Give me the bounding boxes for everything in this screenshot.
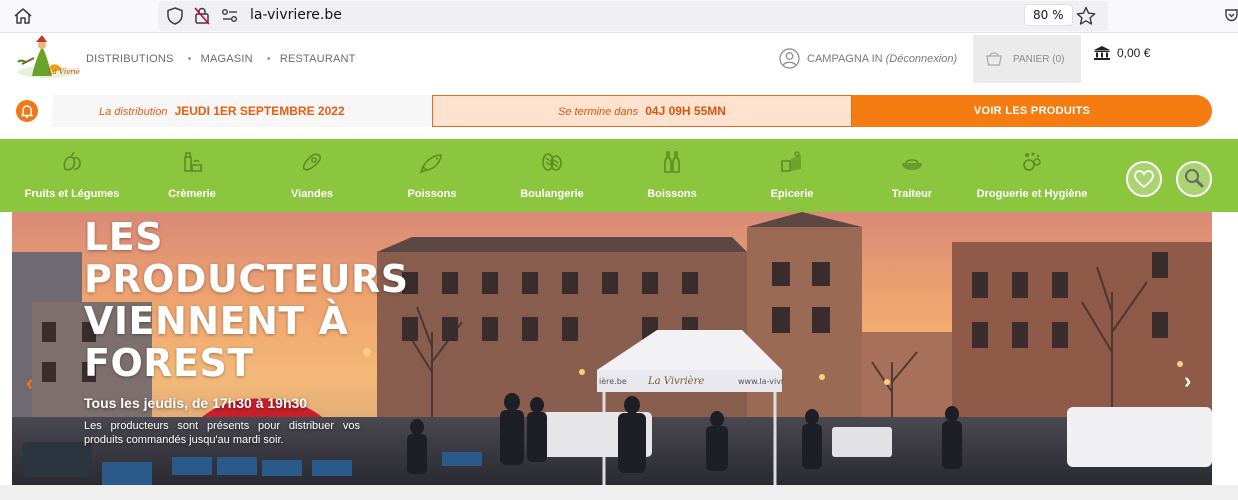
nav-restaurant[interactable]: RESTAURANT (280, 53, 356, 65)
category-label: Crèmerie (168, 188, 216, 200)
grocery-icon (781, 151, 801, 172)
countdown-value: 04J 09H 55MN (645, 104, 726, 118)
dairy-icon (184, 152, 202, 172)
hygiene-icon (1023, 152, 1041, 171)
bank-icon (1094, 46, 1110, 60)
fish-icon (419, 154, 442, 174)
search-icon (1185, 169, 1204, 188)
slider-next-icon[interactable]: › (1184, 368, 1191, 394)
category-bar: Fruits et Légumes Crèmerie Viandes Poiss… (0, 139, 1238, 212)
category-label: Epicerie (770, 188, 814, 200)
distribution-prefix: La distribution (99, 106, 168, 118)
category-label: Poissons (407, 188, 457, 200)
account-balance[interactable]: 0,00 € (1093, 45, 1150, 61)
category-boissons[interactable]: Boissons (612, 139, 732, 212)
home-icon[interactable] (12, 6, 34, 26)
category-epicerie[interactable]: Epicerie (732, 139, 852, 212)
search-button[interactable] (1176, 161, 1212, 197)
hero-subtitle: Tous les jeudis, de 17h30 à 19h30 (84, 395, 308, 411)
heart-icon (1134, 170, 1154, 189)
insecure-lock-icon[interactable] (193, 6, 211, 26)
category-label: Boissons (647, 188, 697, 200)
meat-icon (302, 153, 321, 171)
tent-text-left: ière.be (599, 376, 627, 386)
category-label: Droguerie et Hygiène (976, 188, 1088, 200)
hero-title: LES PRODUCTEURS VIENNENT À FOREST (84, 215, 409, 385)
category-label: Traiteur (891, 188, 933, 200)
nav-separator: • (266, 53, 271, 65)
cart-button[interactable]: PANIER (0) (973, 35, 1081, 83)
svg-text:La Vivrière: La Vivrière (47, 68, 80, 76)
browser-toolbar: la-vivriere.be 80 % (0, 0, 1238, 33)
nav-separator: • (187, 53, 192, 65)
tent-text-right: www.la-vivr (738, 377, 785, 386)
view-products-button[interactable]: VOIR LES PRODUITS (852, 95, 1212, 127)
balance-amount: 0,00 € (1117, 46, 1151, 60)
user-account[interactable]: CAMPAGNA IN (Déconnexion) (779, 48, 957, 69)
slider-prev-icon[interactable]: ‹ (26, 370, 33, 396)
category-poissons[interactable]: Poissons (372, 139, 492, 212)
main-nav: DISTRIBUTIONS • MAGASIN • RESTAURANT (86, 53, 356, 65)
category-label: Fruits et Légumes (24, 188, 120, 200)
category-fruits-legumes[interactable]: Fruits et Légumes (12, 139, 132, 212)
basket-icon (986, 52, 1002, 66)
user-icon (779, 48, 800, 69)
bottles-icon (664, 151, 680, 173)
countdown-prefix: Se termine dans (558, 106, 639, 118)
vivriere-logo[interactable]: La Vivrière (12, 36, 80, 84)
category-cremerie[interactable]: Crèmerie (132, 139, 252, 212)
favorites-button[interactable] (1126, 161, 1162, 197)
distribution-bar: La distribution JEUDI 1ER SEPTEMBRE 2022… (12, 95, 1212, 127)
category-viandes[interactable]: Viandes (252, 139, 372, 212)
hero-description: Les producteurs sont présents pour distr… (84, 420, 360, 446)
hero-slider: ière.be La Vivrière www.la-vivr LES PROD… (12, 212, 1212, 485)
url-text[interactable]: la-vivriere.be (250, 7, 342, 23)
bread-icon (542, 153, 562, 171)
permissions-icon[interactable] (221, 8, 239, 24)
zoom-level[interactable]: 80 % (1024, 4, 1073, 26)
user-name[interactable]: CAMPAGNA IN (807, 53, 883, 65)
dish-icon (902, 159, 922, 170)
pocket-icon[interactable] (1225, 8, 1238, 22)
distribution-date: La distribution JEUDI 1ER SEPTEMBRE 2022 (52, 95, 432, 127)
nav-magasin[interactable]: MAGASIN (201, 53, 253, 65)
category-boulangerie[interactable]: Boulangerie (492, 139, 612, 212)
countdown-box: Se termine dans 04J 09H 55MN (432, 95, 852, 127)
site-header: La Vivrière DISTRIBUTIONS • MAGASIN • RE… (0, 33, 1238, 85)
cart-label: PANIER (0) (1013, 54, 1065, 65)
category-traiteur[interactable]: Traiteur (852, 139, 972, 212)
tent-text-mid: La Vivrière (647, 376, 704, 387)
fruits-vegetables-icon (63, 151, 81, 171)
page-bottom-strip (0, 485, 1238, 500)
bookmark-star-icon[interactable] (1075, 5, 1097, 27)
category-label: Boulangerie (520, 188, 584, 200)
distribution-date-value: JEUDI 1ER SEPTEMBRE 2022 (174, 104, 345, 118)
shield-icon[interactable] (166, 6, 184, 26)
logout-link[interactable]: (Déconnexion) (886, 53, 958, 65)
bell-icon[interactable] (16, 100, 38, 122)
category-droguerie-hygiene[interactable]: Droguerie et Hygiène (972, 139, 1092, 212)
nav-distributions[interactable]: DISTRIBUTIONS (86, 53, 174, 65)
category-label: Viandes (291, 188, 333, 200)
